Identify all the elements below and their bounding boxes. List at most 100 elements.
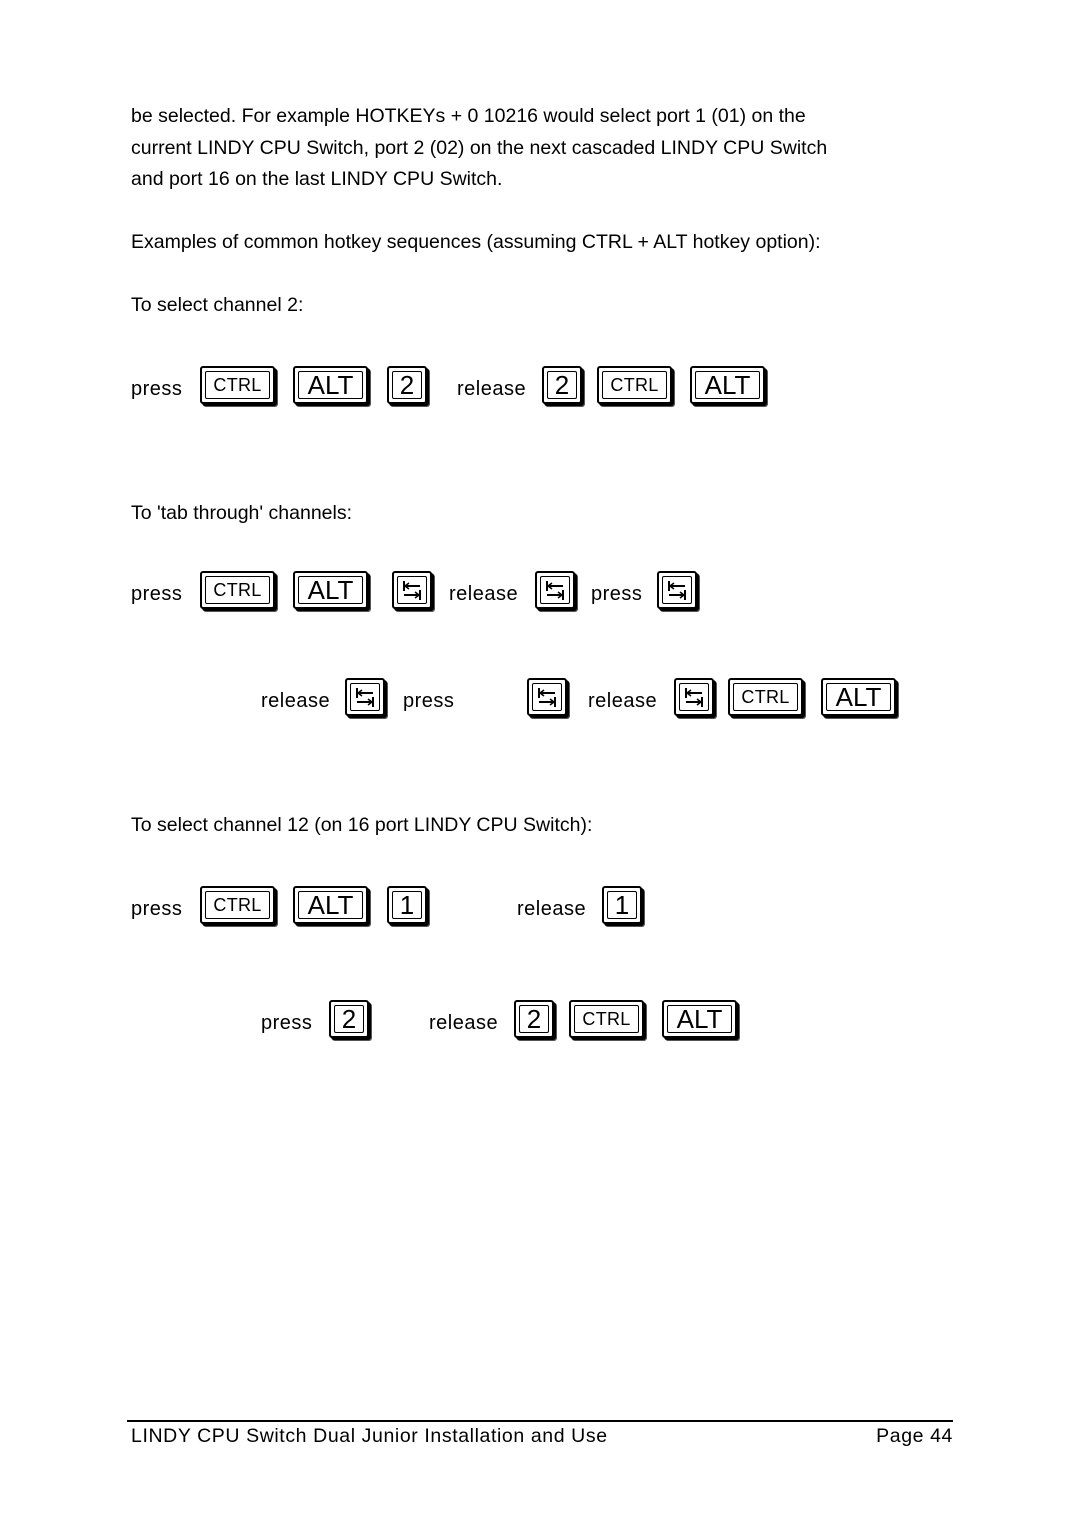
key-2: 2 (542, 366, 582, 404)
ctrl-key: CTRL (200, 366, 275, 404)
key-face: 2 (392, 369, 422, 400)
hotkey-sequence: press CTRL ALT 1 release 1 (0, 886, 1080, 930)
alt-key: ALT (293, 366, 368, 404)
key-label: CTRL (213, 374, 262, 395)
key-label: 2 (554, 369, 570, 400)
release-label: release (517, 898, 587, 920)
tab-key (657, 571, 697, 609)
tab-icon (546, 581, 564, 600)
ctrl-key: CTRL (200, 886, 275, 924)
key-face: 2 (547, 369, 577, 400)
hotkey-sequence: press 2 release 2 CTRL ALT (0, 1000, 1080, 1044)
key-label: 1 (399, 889, 415, 920)
alt-key: ALT (293, 571, 368, 609)
key-label: 2 (399, 369, 415, 400)
key-label: CTRL (582, 1008, 631, 1029)
key-label: CTRL (741, 686, 790, 707)
ctrl-key: CTRL (569, 1000, 644, 1038)
tab-key (345, 678, 385, 716)
key-face: 2 (519, 1003, 549, 1034)
release-label: release (457, 378, 527, 400)
press-label: press (131, 583, 183, 605)
ctrl-key: CTRL (728, 678, 803, 716)
key-label: CTRL (213, 579, 262, 600)
key-face: 2 (334, 1003, 364, 1034)
intro-line: be selected. For example HOTKEYs + 0 102… (131, 105, 806, 127)
key-label: ALT (307, 574, 354, 605)
key-face: CTRL (205, 576, 270, 604)
key-face (350, 683, 380, 711)
tab-icon (538, 688, 556, 707)
key-face: ALT (298, 369, 363, 400)
footer-divider (127, 1420, 953, 1422)
key-face: 1 (607, 889, 637, 920)
hotkey-sequence: press CTRL ALT 2 release 2 CTRL ALT (0, 366, 1080, 410)
key-2: 2 (387, 366, 427, 404)
key-label: ALT (704, 369, 751, 400)
section-title: To 'tab through' channels: (131, 502, 353, 524)
release-label: release (261, 690, 331, 712)
section-title: To select channel 12 (on 16 port LINDY C… (131, 814, 593, 836)
key-label: ALT (676, 1003, 723, 1034)
alt-key: ALT (821, 678, 896, 716)
key-face: ALT (695, 369, 760, 400)
page-number: Page 44 (876, 1425, 953, 1447)
intro-paragraph: be selected. For example HOTKEYs + 0 102… (131, 101, 827, 196)
key-face (540, 576, 570, 604)
ctrl-key: CTRL (200, 571, 275, 609)
key-face: CTRL (574, 1005, 639, 1033)
key-face: ALT (826, 681, 891, 712)
key-label: CTRL (213, 894, 262, 915)
tab-key (535, 571, 575, 609)
intro-line: and port 16 on the last LINDY CPU Switch… (131, 168, 503, 190)
hotkey-sequence: press CTRL ALT release press (0, 571, 1080, 615)
tab-icon (403, 581, 421, 600)
footer-title: LINDY CPU Switch Dual Junior Installatio… (131, 1425, 608, 1447)
tab-key (527, 678, 567, 716)
tab-key (392, 571, 432, 609)
key-face (662, 576, 692, 604)
section-title: To select channel 2: (131, 294, 304, 316)
press-label: press (591, 583, 643, 605)
press-label: press (131, 378, 183, 400)
key-label: ALT (835, 681, 882, 712)
key-face (679, 683, 709, 711)
examples-heading: Examples of common hotkey sequences (ass… (131, 231, 821, 253)
key-label: 1 (614, 889, 630, 920)
key-label: ALT (307, 369, 354, 400)
key-2: 2 (514, 1000, 554, 1038)
key-face (397, 576, 427, 604)
key-label: CTRL (610, 374, 659, 395)
alt-key: ALT (690, 366, 765, 404)
key-label: 2 (341, 1003, 357, 1034)
tab-icon (668, 581, 686, 600)
press-label: press (403, 690, 455, 712)
release-label: release (588, 690, 658, 712)
key-label: ALT (307, 889, 354, 920)
key-face: ALT (298, 889, 363, 920)
release-label: release (449, 583, 519, 605)
alt-key: ALT (293, 886, 368, 924)
alt-key: ALT (662, 1000, 737, 1038)
key-label: 2 (526, 1003, 542, 1034)
key-face: ALT (298, 574, 363, 605)
key-face: ALT (667, 1003, 732, 1034)
key-face: CTRL (602, 371, 667, 399)
release-label: release (429, 1012, 499, 1034)
tab-icon (685, 688, 703, 707)
intro-line: current LINDY CPU Switch, port 2 (02) on… (131, 136, 828, 159)
press-label: press (131, 898, 183, 920)
ctrl-key: CTRL (597, 366, 672, 404)
press-label: press (261, 1012, 313, 1034)
tab-key (674, 678, 714, 716)
key-face: CTRL (205, 891, 270, 919)
key-1: 1 (387, 886, 427, 924)
hotkey-sequence: release press release CTRL ALT (0, 678, 1080, 722)
key-face (532, 683, 562, 711)
key-face: CTRL (733, 683, 798, 711)
key-face: CTRL (205, 371, 270, 399)
tab-icon (356, 688, 374, 707)
key-1: 1 (602, 886, 642, 924)
key-face: 1 (392, 889, 422, 920)
key-2: 2 (329, 1000, 369, 1038)
